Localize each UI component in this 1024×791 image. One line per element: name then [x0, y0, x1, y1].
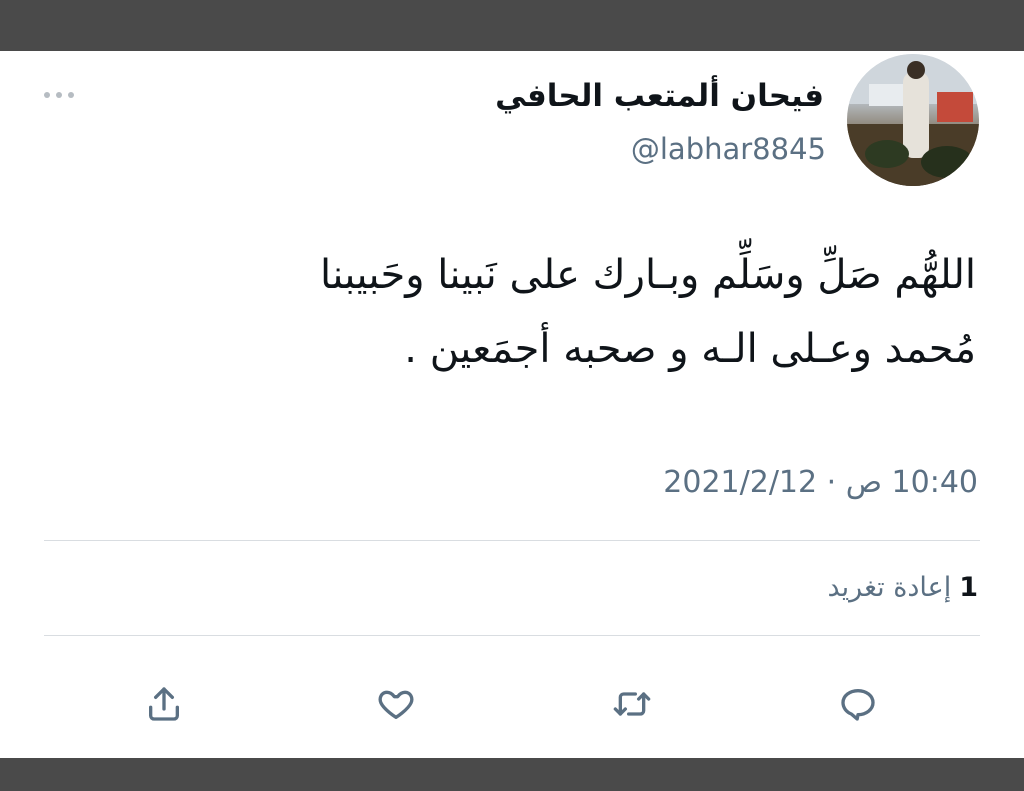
- retweet-stat[interactable]: 1إعادة تغريد: [827, 572, 978, 603]
- avatar-photo-icon: [847, 54, 979, 186]
- retweet-count: 1: [959, 572, 978, 603]
- retweet-button[interactable]: [608, 680, 656, 728]
- divider: [44, 540, 980, 541]
- author-name[interactable]: فيحان ألمتعب الحافي: [495, 78, 824, 114]
- screenshot-frame-top: [0, 0, 1024, 51]
- tweet-text: اللهُّم صَلِّ وسَلِّم وبـارك على نَبينا …: [320, 252, 976, 372]
- like-button[interactable]: [372, 680, 420, 728]
- heart-icon: [378, 690, 414, 719]
- more-dot-icon: [56, 92, 62, 98]
- retweet-icon: [613, 692, 651, 716]
- tweet-timestamp[interactable]: 10:40 ص · 2021/2/12: [663, 465, 978, 500]
- screenshot-frame-bottom: [0, 758, 1024, 791]
- more-dot-icon: [44, 92, 50, 98]
- more-dot-icon: [68, 92, 74, 98]
- reply-icon: [841, 689, 875, 721]
- share-button[interactable]: [140, 680, 188, 728]
- avatar[interactable]: [847, 54, 979, 186]
- reply-button[interactable]: [834, 680, 882, 728]
- divider: [44, 635, 980, 636]
- share-icon: [149, 687, 179, 721]
- author-handle[interactable]: @labhar8845: [631, 132, 826, 166]
- more-options-button[interactable]: [44, 92, 74, 98]
- retweet-label: إعادة تغريد: [827, 572, 952, 603]
